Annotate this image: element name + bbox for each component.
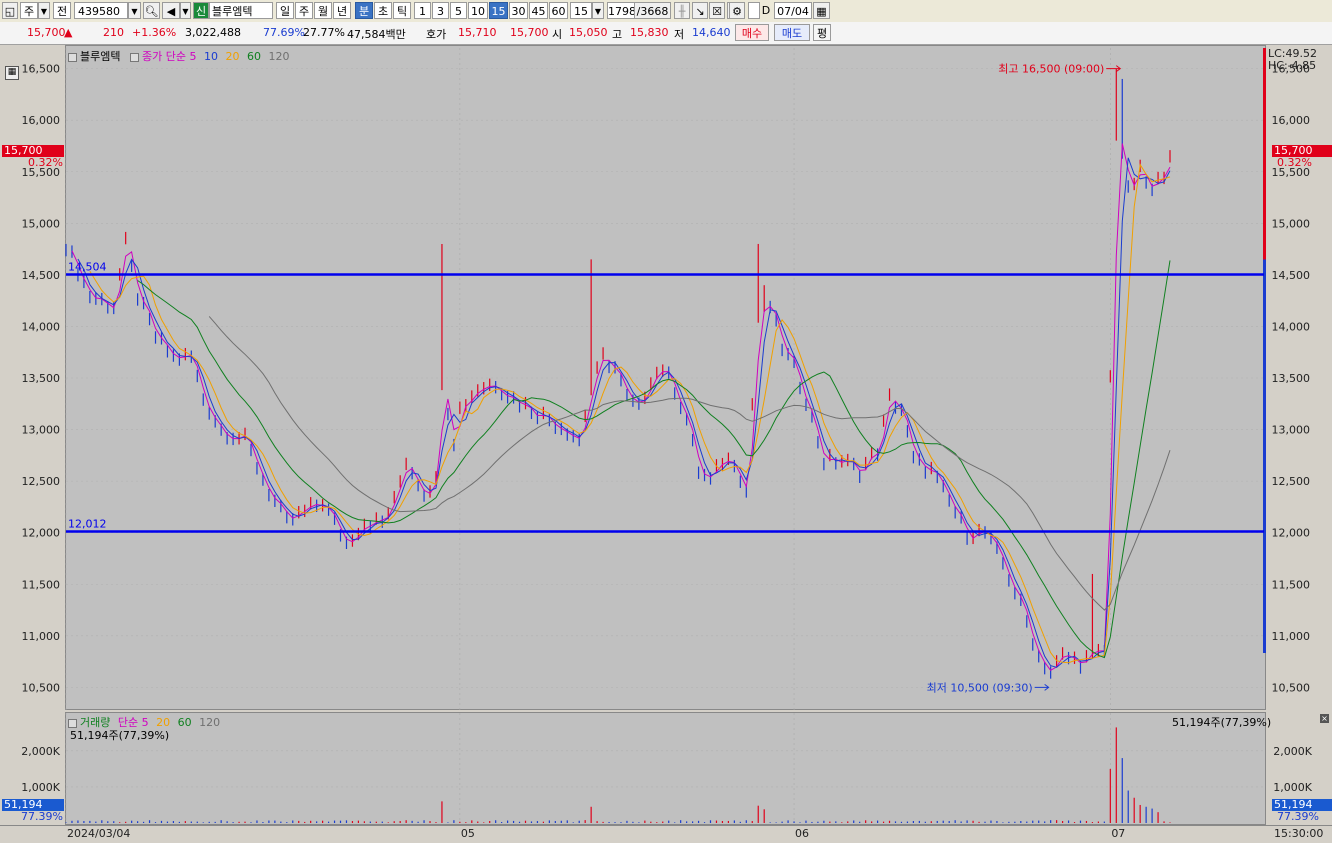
market-select[interactable]: 주	[20, 2, 38, 19]
legend-ma-10: 10	[203, 50, 218, 63]
d-checkbox[interactable]	[748, 2, 760, 19]
left-price-pct: 0.32%	[28, 156, 63, 169]
draw-tool-icon[interactable]: ↘	[692, 2, 708, 19]
minute-10[interactable]: 10	[468, 2, 488, 19]
volume: 3,022,488	[185, 26, 241, 39]
gear-icon[interactable]: ⚙	[729, 2, 745, 19]
period-day[interactable]: 일	[276, 2, 294, 19]
legend-toggle-icon[interactable]	[68, 52, 77, 62]
period-month[interactable]: 월	[314, 2, 332, 19]
bid-1: 15,710	[458, 26, 497, 39]
sell-button[interactable]: 매도	[774, 24, 810, 41]
vol-legend-ma-60: 60	[177, 716, 192, 729]
ma-toggle-icon[interactable]	[129, 52, 139, 62]
open-label: 시	[552, 28, 563, 41]
date-input[interactable]: 07/04	[774, 2, 812, 19]
time-axis	[0, 825, 1332, 843]
d-label: D	[761, 4, 771, 17]
quote-bar: 15,700 ▲ 210 +1.36% 3,022,488 77.69% 27.…	[0, 22, 1332, 45]
price-change: 210	[103, 26, 124, 39]
legend-ma-20: 20	[225, 50, 240, 63]
open-price: 15,050	[569, 26, 608, 39]
flat-button[interactable]: 평	[813, 24, 831, 41]
high-label: 고	[612, 28, 623, 41]
up-arrow-icon: ▲	[64, 26, 73, 39]
legend-stock-name: 블루엠텍	[80, 50, 121, 63]
settings-icon[interactable]: ☒	[709, 2, 725, 19]
period-year[interactable]: 년	[333, 2, 351, 19]
minute-input[interactable]: 15	[570, 2, 592, 19]
stock-name: 블루엠텍	[209, 2, 273, 19]
legend-ma-60: 60	[246, 50, 261, 63]
vol-legend-ma-120: 120	[199, 716, 221, 729]
count-input[interactable]: 1798	[607, 2, 635, 19]
time-label: 15:30:00	[1274, 827, 1324, 840]
period-minute[interactable]: 분	[355, 2, 373, 19]
legend-ma-120: 120	[268, 50, 290, 63]
minute-15[interactable]: 15	[489, 2, 508, 19]
low-price: 14,640	[692, 26, 731, 39]
candle-icon[interactable]: ╫	[674, 2, 690, 19]
market-dropdown-icon[interactable]: ▼	[38, 2, 50, 19]
hc-info: HC:-4.85	[1268, 59, 1317, 72]
buy-button[interactable]: 매수	[735, 24, 769, 41]
current-price: 15,700	[27, 26, 66, 39]
minute-30[interactable]: 30	[509, 2, 528, 19]
total-count: /3668	[635, 2, 671, 19]
period-week[interactable]: 주	[295, 2, 313, 19]
minute-45[interactable]: 45	[529, 2, 548, 19]
volume-plot[interactable]	[65, 712, 1266, 825]
code-dropdown-icon[interactable]: ▼	[128, 2, 141, 19]
search-icon[interactable]: 🔍︎	[143, 2, 160, 19]
right-price-pct: 0.32%	[1277, 156, 1312, 169]
period-second[interactable]: 초	[374, 2, 392, 19]
toolbar: ◱ 주 ▼ 전 439580 ▼ 🔍︎ ◀ ▼ 신 블루엠텍 일 주 월 년 분…	[0, 0, 1332, 23]
calendar-icon[interactable]: ▦	[813, 2, 830, 19]
price-plot[interactable]	[65, 45, 1266, 710]
bid-2: 15,700	[510, 26, 549, 39]
left-volume-pct: 77.39%	[21, 810, 63, 823]
code-input[interactable]: 439580	[74, 2, 128, 19]
price-legend: 블루엠텍 종가 단순 5 10 20 60 120	[68, 48, 289, 64]
grid-toggle-icon[interactable]: ▦	[5, 66, 19, 80]
low-label: 저	[674, 28, 685, 41]
credit-badge: 신	[193, 2, 209, 19]
bid-label: 호가	[426, 28, 447, 41]
speaker-dropdown-icon[interactable]: ▼	[180, 2, 191, 19]
minute-3[interactable]: 3	[432, 2, 449, 19]
vol-current-right: 51,194주(77,39%)	[1172, 716, 1272, 729]
period-tick[interactable]: 틱	[393, 2, 411, 19]
window-icon[interactable]: ◱	[2, 2, 18, 19]
minute-60[interactable]: 60	[549, 2, 568, 19]
minute-dropdown-icon[interactable]: ▼	[592, 2, 604, 19]
close-panel-icon[interactable]: ×	[1320, 714, 1329, 723]
minute-1[interactable]: 1	[414, 2, 431, 19]
type-select[interactable]: 전	[53, 2, 71, 19]
trade-amount: 47,584백만	[347, 28, 406, 41]
high-price: 15,830	[630, 26, 669, 39]
vol-current-left: 51,194주(77,39%)	[70, 729, 170, 742]
change-percent: +1.36%	[132, 26, 177, 39]
speaker-icon[interactable]: ◀	[162, 2, 180, 19]
right-volume-pct: 77.39%	[1277, 810, 1319, 823]
legend-ma-label: 종가 단순	[141, 50, 186, 63]
minute-5[interactable]: 5	[450, 2, 467, 19]
volume-ratio: 77.69%	[263, 26, 305, 39]
range-bar	[1263, 48, 1266, 653]
legend-ma-5: 5	[189, 50, 197, 63]
turnover: 27.77%	[303, 26, 345, 39]
